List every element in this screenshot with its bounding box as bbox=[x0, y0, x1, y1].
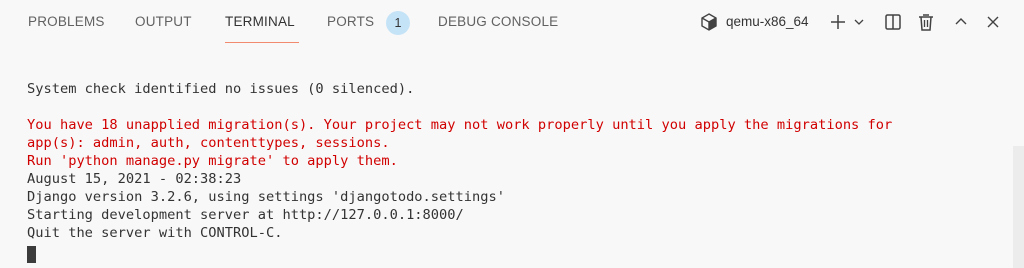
tab-problems[interactable]: PROBLEMS bbox=[28, 14, 105, 34]
tab-ports[interactable]: PORTS bbox=[327, 14, 374, 34]
terminal-line: You have 18 unapplied migration(s). Your… bbox=[27, 117, 893, 133]
trash-icon[interactable] bbox=[916, 12, 936, 34]
terminal-line: System check identified no issues (0 sil… bbox=[27, 81, 415, 97]
terminal-line: Run 'python manage.py migrate' to apply … bbox=[27, 153, 398, 169]
terminal-cursor bbox=[27, 246, 36, 263]
panel-header: PROBLEMS OUTPUT TERMINAL PORTS 1 DEBUG C… bbox=[0, 0, 1024, 46]
terminal-line: app(s): admin, auth, contenttypes, sessi… bbox=[27, 135, 390, 151]
terminal-shell-icon[interactable] bbox=[700, 12, 718, 34]
terminal-line: August 15, 2021 - 02:38:23 bbox=[27, 171, 242, 187]
tab-terminal[interactable]: TERMINAL bbox=[225, 14, 295, 34]
terminal-line: Django version 3.2.6, using settings 'dj… bbox=[27, 189, 505, 205]
split-terminal-icon[interactable] bbox=[883, 12, 903, 34]
close-icon[interactable] bbox=[984, 12, 1002, 34]
ports-count-badge: 1 bbox=[386, 11, 410, 35]
active-tab-indicator bbox=[225, 42, 299, 43]
tab-debug-console[interactable]: DEBUG CONSOLE bbox=[438, 14, 558, 34]
chevron-down-icon[interactable] bbox=[852, 12, 866, 34]
terminal-line: Starting development server at http://12… bbox=[27, 207, 464, 223]
terminal-output[interactable]: System check identified no issues (0 sil… bbox=[27, 80, 1017, 242]
terminal-line: Quit the server with CONTROL-C. bbox=[27, 225, 283, 241]
chevron-up-icon[interactable] bbox=[952, 12, 970, 34]
terminal-shell-label[interactable]: qemu-x86_64 bbox=[726, 14, 809, 29]
plus-icon[interactable] bbox=[829, 12, 847, 34]
tab-output[interactable]: OUTPUT bbox=[135, 14, 192, 34]
terminal-scrollbar[interactable] bbox=[1013, 146, 1024, 268]
